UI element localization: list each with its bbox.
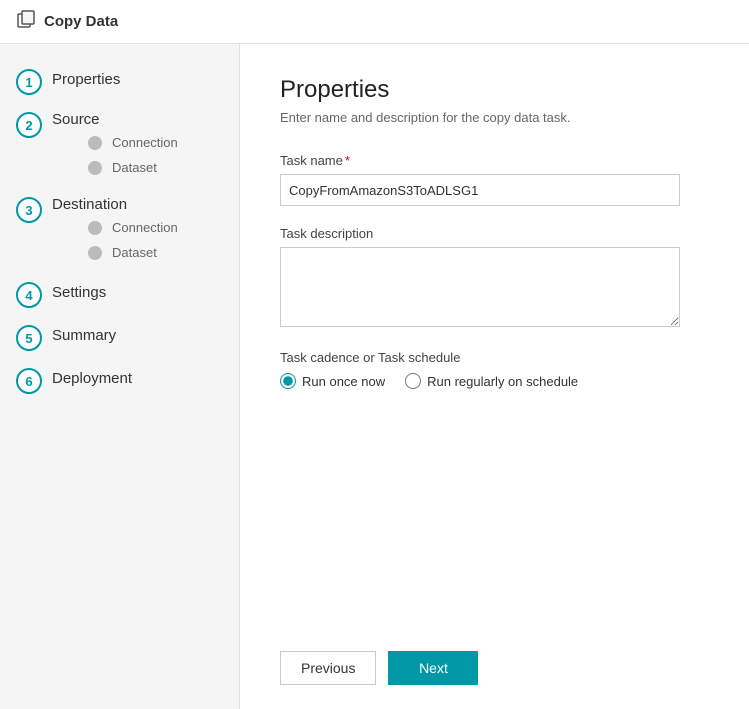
sidebar-label-properties: Properties: [52, 68, 120, 88]
task-name-label: Task name*: [280, 153, 709, 168]
page-subtitle: Enter name and description for the copy …: [280, 110, 709, 125]
sidebar-label-deployment: Deployment: [52, 367, 132, 387]
source-connection-label: Connection: [112, 135, 178, 150]
step-number-4: 4: [16, 282, 42, 308]
source-dataset-dot: [88, 161, 102, 175]
source-dataset-item: Dataset: [88, 155, 194, 180]
previous-button[interactable]: Previous: [280, 651, 376, 685]
sidebar-item-destination[interactable]: 3 Destination Connection Dataset: [0, 188, 239, 273]
step-number-2: 2: [16, 112, 42, 138]
destination-connection-dot: [88, 221, 102, 235]
destination-dataset-item: Dataset: [88, 240, 194, 265]
destination-connection-label: Connection: [112, 220, 178, 235]
step-number-3: 3: [16, 197, 42, 223]
sidebar-label-summary: Summary: [52, 324, 116, 344]
source-sub-items: Connection Dataset: [52, 130, 194, 180]
sidebar-item-settings[interactable]: 4 Settings: [0, 273, 239, 316]
next-button[interactable]: Next: [388, 651, 478, 685]
step-number-6: 6: [16, 368, 42, 394]
copy-data-icon: [16, 9, 36, 34]
sidebar-label-settings: Settings: [52, 281, 106, 301]
radio-run-schedule-input[interactable]: [405, 373, 421, 389]
destination-connection-item: Connection: [88, 215, 194, 240]
source-dataset-label: Dataset: [112, 160, 157, 175]
radio-run-once-label: Run once now: [302, 374, 385, 389]
content-area: Properties Enter name and description fo…: [240, 44, 749, 709]
required-star: *: [345, 153, 350, 168]
sidebar-item-deployment[interactable]: 6 Deployment: [0, 359, 239, 402]
radio-group: Run once now Run regularly on schedule: [280, 373, 709, 389]
radio-run-once[interactable]: Run once now: [280, 373, 385, 389]
main-layout: 1 Properties 2 Source Connection Dataset: [0, 44, 749, 709]
sidebar-item-source[interactable]: 2 Source Connection Dataset: [0, 103, 239, 188]
source-connection-dot: [88, 136, 102, 150]
footer: Previous Next: [280, 619, 709, 685]
task-description-group: Task description: [280, 226, 709, 330]
sidebar-item-properties[interactable]: 1 Properties: [0, 60, 239, 103]
cadence-label: Task cadence or Task schedule: [280, 350, 709, 365]
topbar: Copy Data: [0, 0, 749, 44]
source-connection-item: Connection: [88, 130, 194, 155]
destination-dataset-label: Dataset: [112, 245, 157, 260]
task-name-input[interactable]: [280, 174, 680, 206]
sidebar-label-destination: Destination: [52, 193, 127, 213]
radio-run-schedule-label: Run regularly on schedule: [427, 374, 578, 389]
cadence-group: Task cadence or Task schedule Run once n…: [280, 350, 709, 389]
sidebar-label-source: Source: [52, 108, 100, 128]
sidebar-item-summary[interactable]: 5 Summary: [0, 316, 239, 359]
radio-run-schedule[interactable]: Run regularly on schedule: [405, 373, 578, 389]
destination-dataset-dot: [88, 246, 102, 260]
destination-sub-items: Connection Dataset: [52, 215, 194, 265]
task-name-group: Task name*: [280, 153, 709, 206]
sidebar: 1 Properties 2 Source Connection Dataset: [0, 44, 240, 709]
step-number-5: 5: [16, 325, 42, 351]
page-title: Properties: [280, 76, 709, 104]
task-description-textarea[interactable]: [280, 247, 680, 327]
topbar-title: Copy Data: [44, 13, 118, 30]
radio-run-once-input[interactable]: [280, 373, 296, 389]
task-description-label: Task description: [280, 226, 709, 241]
step-number-1: 1: [16, 69, 42, 95]
